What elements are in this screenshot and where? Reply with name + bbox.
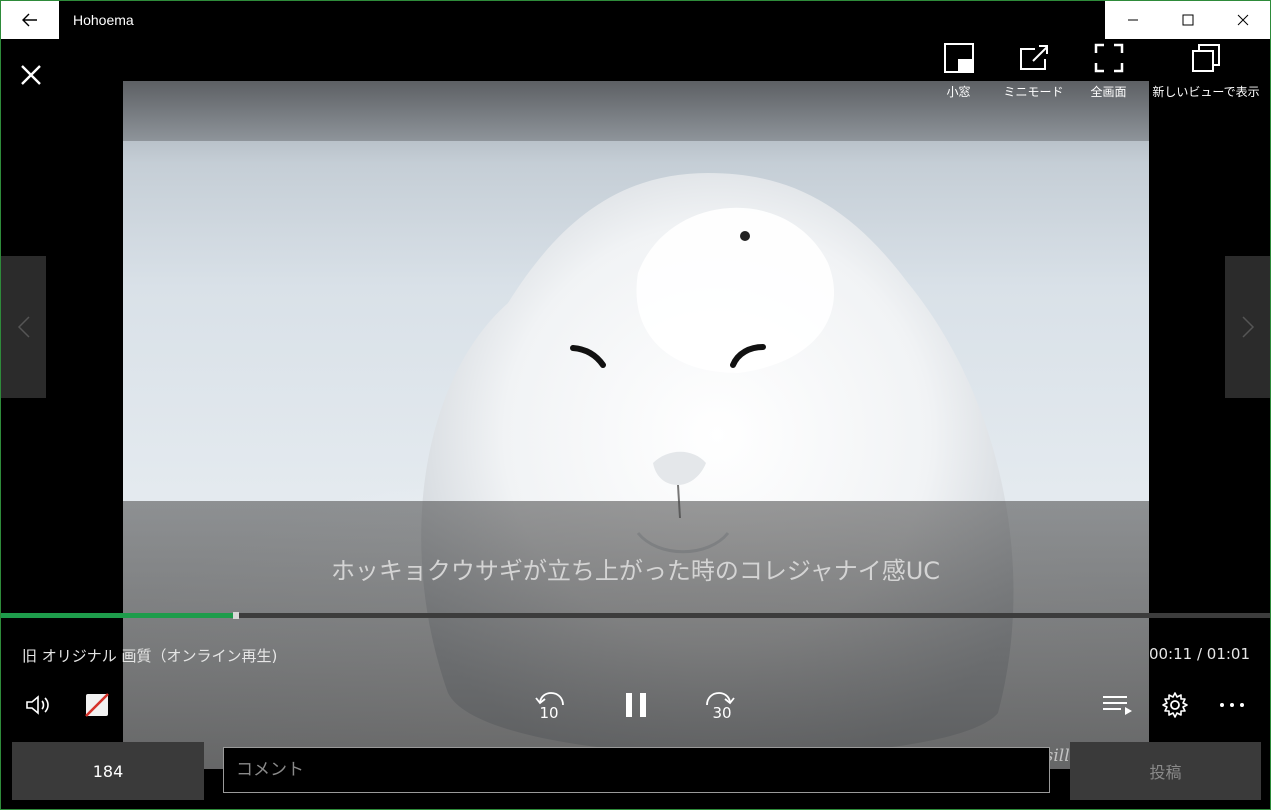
next-video-button[interactable]	[1225, 256, 1270, 398]
forward-button[interactable]: 30	[701, 685, 741, 725]
playlist-icon	[1103, 696, 1132, 715]
maximize-button[interactable]	[1160, 1, 1215, 39]
back-button[interactable]	[1, 1, 59, 39]
time-display: 00:11 / 01:01	[1148, 645, 1250, 663]
chevron-left-icon	[17, 316, 30, 338]
window-title: Hohoema	[73, 12, 134, 28]
video-title: ホッキョクウサギが立ち上がった時のコレジャナイ感UC	[330, 557, 941, 585]
fullscreen-icon	[1094, 43, 1123, 73]
forward-seconds: 30	[712, 704, 731, 722]
settings-button[interactable]	[1155, 685, 1195, 725]
rewind-seconds: 10	[539, 704, 558, 722]
video-overlay	[123, 501, 1149, 769]
pause-icon	[626, 693, 646, 717]
small-window-button[interactable]: 小窓	[921, 41, 996, 105]
more-icon	[1220, 703, 1244, 707]
comment-input[interactable]: コメント	[223, 747, 1050, 793]
fullscreen-label: 全画面	[1090, 85, 1127, 99]
arrow-left-icon	[22, 13, 37, 27]
mini-mode-label: ミニモード	[1003, 85, 1064, 99]
close-window-button[interactable]	[1215, 1, 1270, 39]
seek-bar-thumb[interactable]	[233, 612, 240, 619]
minimize-button[interactable]	[1105, 1, 1160, 39]
previous-video-button[interactable]	[1, 256, 46, 398]
close-player-icon[interactable]	[17, 61, 45, 89]
close-icon	[1237, 14, 1248, 26]
comment-bar: 184 コメント 投稿	[1, 739, 1270, 807]
title-bar: Hohoema	[1, 1, 1270, 39]
player-stage: © 2007 by Claude Morsillon 小窓 ミニモード	[1, 39, 1270, 809]
forward-icon: 30	[706, 692, 735, 722]
new-view-button[interactable]: 新しいビューで表示	[1146, 41, 1266, 105]
app-window: Hohoema 小窓 ミニモード 全画面 新しいビューで表示 ホッキョクウサギが…	[0, 0, 1271, 810]
seek-bar[interactable]	[1, 612, 1270, 619]
gear-icon	[1162, 692, 1188, 718]
comment-off-icon	[85, 693, 109, 717]
playback-controls: 10 30	[1, 685, 1270, 725]
minimize-icon	[1127, 19, 1138, 21]
command-button[interactable]: 184	[12, 742, 204, 800]
mini-mode-icon	[1019, 45, 1048, 70]
rewind-icon: 10	[535, 692, 564, 722]
window-controls	[1105, 1, 1270, 39]
playlist-button[interactable]	[1097, 685, 1137, 725]
maximize-icon	[1182, 14, 1193, 26]
new-view-icon	[1192, 44, 1220, 72]
mini-mode-button[interactable]: ミニモード	[996, 41, 1071, 105]
new-view-label: 新しいビューで表示	[1152, 85, 1260, 99]
post-button[interactable]: 投稿	[1070, 742, 1261, 800]
pause-button[interactable]	[616, 685, 656, 725]
comment-toggle-button[interactable]	[77, 685, 117, 725]
seek-bar-fill	[1, 613, 234, 618]
speaker-icon	[26, 695, 49, 715]
more-button[interactable]	[1212, 685, 1252, 725]
small-window-icon	[943, 43, 974, 73]
fullscreen-button[interactable]: 全画面	[1071, 41, 1146, 105]
volume-button[interactable]	[19, 685, 59, 725]
rewind-button[interactable]: 10	[529, 685, 569, 725]
chevron-right-icon	[1241, 316, 1254, 338]
quality-label[interactable]: 旧 オリジナル 画質（オンライン再生)	[22, 645, 277, 666]
top-actions-bar: 小窓 ミニモード 全画面 新しいビューで表示	[921, 41, 1266, 105]
small-window-label: 小窓	[946, 85, 971, 99]
